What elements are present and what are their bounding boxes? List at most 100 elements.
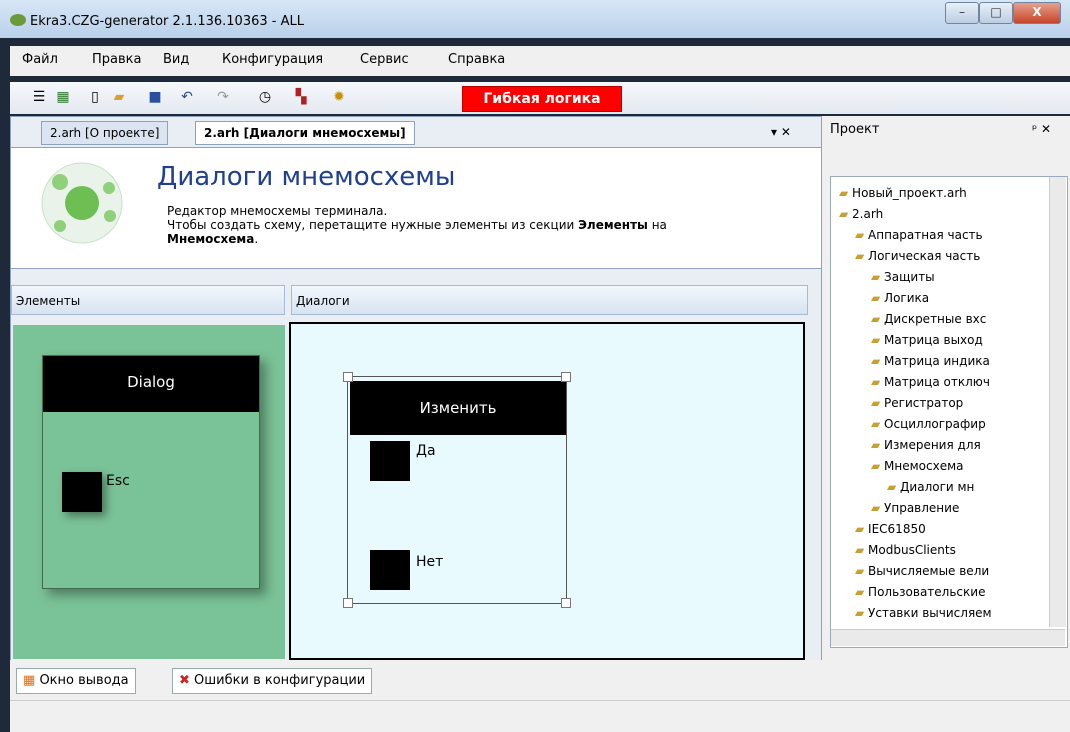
tree-item[interactable]: ▰ Логика xyxy=(871,288,929,309)
tree-item-label: Измерения для xyxy=(884,438,981,452)
tree-item[interactable]: ▰ Дискретные вхс xyxy=(871,309,986,330)
tab-about-project[interactable]: 2.arh [О проекте] xyxy=(41,121,169,145)
tree-item-label: 2.arh xyxy=(852,207,884,221)
menu-help[interactable]: Справка xyxy=(448,52,505,67)
menu-view[interactable]: Вид xyxy=(163,52,189,67)
close-button[interactable]: X xyxy=(1013,2,1061,24)
menu-service[interactable]: Сервис xyxy=(360,52,409,67)
tree-horizontal-scrollbar[interactable] xyxy=(831,629,1065,646)
tree-item[interactable]: ▰ ModbusClients xyxy=(855,540,956,561)
folder-icon: ▰ xyxy=(871,270,885,284)
description-line-1: Редактор мнемосхемы терминала. xyxy=(167,204,388,218)
tree-item-label: Осциллографир xyxy=(884,417,986,431)
folder-icon: ▰ xyxy=(871,291,885,305)
description-line-3: Мнемосхема. xyxy=(167,232,259,246)
tab-mnemonic-dialogs[interactable]: 2.arh [Диалоги мнемосхемы] xyxy=(195,121,415,145)
menu-edit[interactable]: Правка xyxy=(92,52,141,67)
tree-item[interactable]: ▰ Матрица индика xyxy=(871,351,990,372)
tree-item[interactable]: ▰ Измерения для xyxy=(871,435,981,456)
tree-item[interactable]: ▰ Управление xyxy=(871,498,959,519)
tree-item[interactable]: ▰ Логическая часть xyxy=(855,246,980,267)
tree-item[interactable]: ▰ IEC61850 xyxy=(855,519,926,540)
folder-icon: ▰ xyxy=(871,375,885,389)
menu-file[interactable]: Файл xyxy=(22,52,58,67)
timer-icon[interactable]: ◷ xyxy=(256,88,274,106)
tree-item-label: ModbusClients xyxy=(868,543,956,557)
tree-item[interactable]: ▰ Новый_проект.arh xyxy=(839,183,967,204)
folder-icon: ▰ xyxy=(839,207,853,221)
folder-icon: ▰ xyxy=(855,543,869,557)
yes-button-element[interactable] xyxy=(370,441,410,481)
editor-header: Диалоги мнемосхемы Редактор мнемосхемы т… xyxy=(11,147,821,269)
tab-output-label: Окно вывода xyxy=(39,673,129,688)
mnemonic-logo-icon xyxy=(41,162,123,244)
tree-item[interactable]: ▰ Матрица выход xyxy=(871,330,983,351)
folder-icon: ▰ xyxy=(871,312,885,326)
project-panel: Проект ᵖ ✕ ▰ Новый_проект.arh ▰ 2.arh ▰ Ап… xyxy=(822,116,1070,660)
tree-item-label: Аппаратная часть xyxy=(868,228,983,242)
esc-button-element[interactable] xyxy=(62,472,102,512)
tree-item[interactable]: ▰ Пользовательские xyxy=(855,582,985,603)
folder-icon: ▰ xyxy=(887,480,901,494)
dialog-element[interactable]: Dialog Esc xyxy=(42,355,260,589)
dialogs-panel-header: Диалоги xyxy=(291,285,808,315)
minimize-button[interactable]: – xyxy=(945,2,979,24)
toolbar: ☰ ▦ ▯ ▰ ■ ↶ ↷ ◷ ▚ ✹ Гибкая логика xyxy=(10,82,1070,114)
menu-bar: Файл Правка Вид Конфигурация Сервис Спра… xyxy=(10,46,1070,76)
tree-item-label: Вычисляемые вели xyxy=(868,564,990,578)
tree-item[interactable]: ▰ Уставки вычисляем xyxy=(855,603,992,624)
flag-icon[interactable]: ▚ xyxy=(292,88,310,106)
maximize-button[interactable]: □ xyxy=(979,2,1013,24)
resize-handle[interactable] xyxy=(343,598,353,608)
folder-icon: ▰ xyxy=(855,585,869,599)
window-icon: ▦ xyxy=(23,673,36,688)
tree-item[interactable]: ▰ Регистратор xyxy=(871,393,963,414)
tree-vertical-scrollbar[interactable] xyxy=(1049,177,1066,627)
tree-item[interactable]: ▰ Мнемосхема xyxy=(871,456,964,477)
folder-icon: ▰ xyxy=(871,438,885,452)
excel-icon[interactable]: ▦ xyxy=(54,88,72,106)
tab-output-window[interactable]: ▦ Окно вывода xyxy=(16,668,136,694)
tree-item[interactable]: ▰ 2.arh xyxy=(839,204,883,225)
tree-item[interactable]: ▰ Защиты xyxy=(871,267,935,288)
new-file-icon[interactable]: ▯ xyxy=(86,88,104,106)
resize-handle[interactable] xyxy=(561,372,571,382)
resize-handle[interactable] xyxy=(561,598,571,608)
open-folder-icon[interactable]: ▰ xyxy=(110,88,128,106)
tab-close-icon[interactable]: ▾ ✕ xyxy=(771,125,791,139)
tree-item[interactable]: ▰ Осциллографир xyxy=(871,414,986,435)
tree-item-label: Дискретные вхс xyxy=(884,312,987,326)
tree-item[interactable]: ▰ Диалоги мн xyxy=(887,477,974,498)
save-icon[interactable]: ■ xyxy=(146,88,164,106)
project-panel-title: Проект xyxy=(830,122,880,137)
tree-item-label: Логическая часть xyxy=(868,249,981,263)
tree-item[interactable]: ▰ Вычисляемые вели xyxy=(855,561,989,582)
folder-icon: ▰ xyxy=(871,354,885,368)
tree-item-label: Уставки вычисляем xyxy=(868,606,992,620)
redo-icon[interactable]: ↷ xyxy=(214,88,232,106)
tree-item-label: Матрица индика xyxy=(884,354,990,368)
page-title: Диалоги мнемосхемы xyxy=(157,162,456,192)
pin-close-icon[interactable]: ᵖ ✕ xyxy=(1032,122,1051,136)
folder-icon: ▰ xyxy=(871,333,885,347)
output-tab-strip: ▦ Окно вывода ✖ Ошибки в конфигурации xyxy=(10,660,1070,700)
resize-handle[interactable] xyxy=(343,372,353,382)
description-line-2: Чтобы создать схему, перетащите нужные э… xyxy=(167,218,667,232)
elements-palette: Dialog Esc xyxy=(13,325,285,659)
tab-errors-label: Ошибки в конфигурации xyxy=(194,673,366,688)
tab-config-errors[interactable]: ✖ Ошибки в конфигурации xyxy=(172,668,373,694)
undo-icon[interactable]: ↶ xyxy=(178,88,196,106)
list-icon[interactable]: ☰ xyxy=(30,88,48,106)
folder-icon: ▰ xyxy=(855,564,869,578)
elements-panel-title: Элементы xyxy=(16,294,81,308)
tree-item[interactable]: ▰ Матрица отключ xyxy=(871,372,990,393)
tree-item[interactable]: ▰ Аппаратная часть xyxy=(855,225,983,246)
bug-icon[interactable]: ✹ xyxy=(330,88,348,106)
tree-item-label: Диалоги мн xyxy=(900,480,975,494)
dialog-change[interactable]: Изменить Да Нет xyxy=(343,372,571,608)
document-area: 2.arh [О проекте] 2.arh [Диалоги мнемосх… xyxy=(10,116,822,662)
no-button-element[interactable] xyxy=(370,550,410,590)
flexible-logic-button[interactable]: Гибкая логика xyxy=(462,86,622,112)
menu-configuration[interactable]: Конфигурация xyxy=(222,52,323,67)
project-tree: ▰ Новый_проект.arh ▰ 2.arh ▰ Аппаратная ча… xyxy=(830,176,1068,648)
